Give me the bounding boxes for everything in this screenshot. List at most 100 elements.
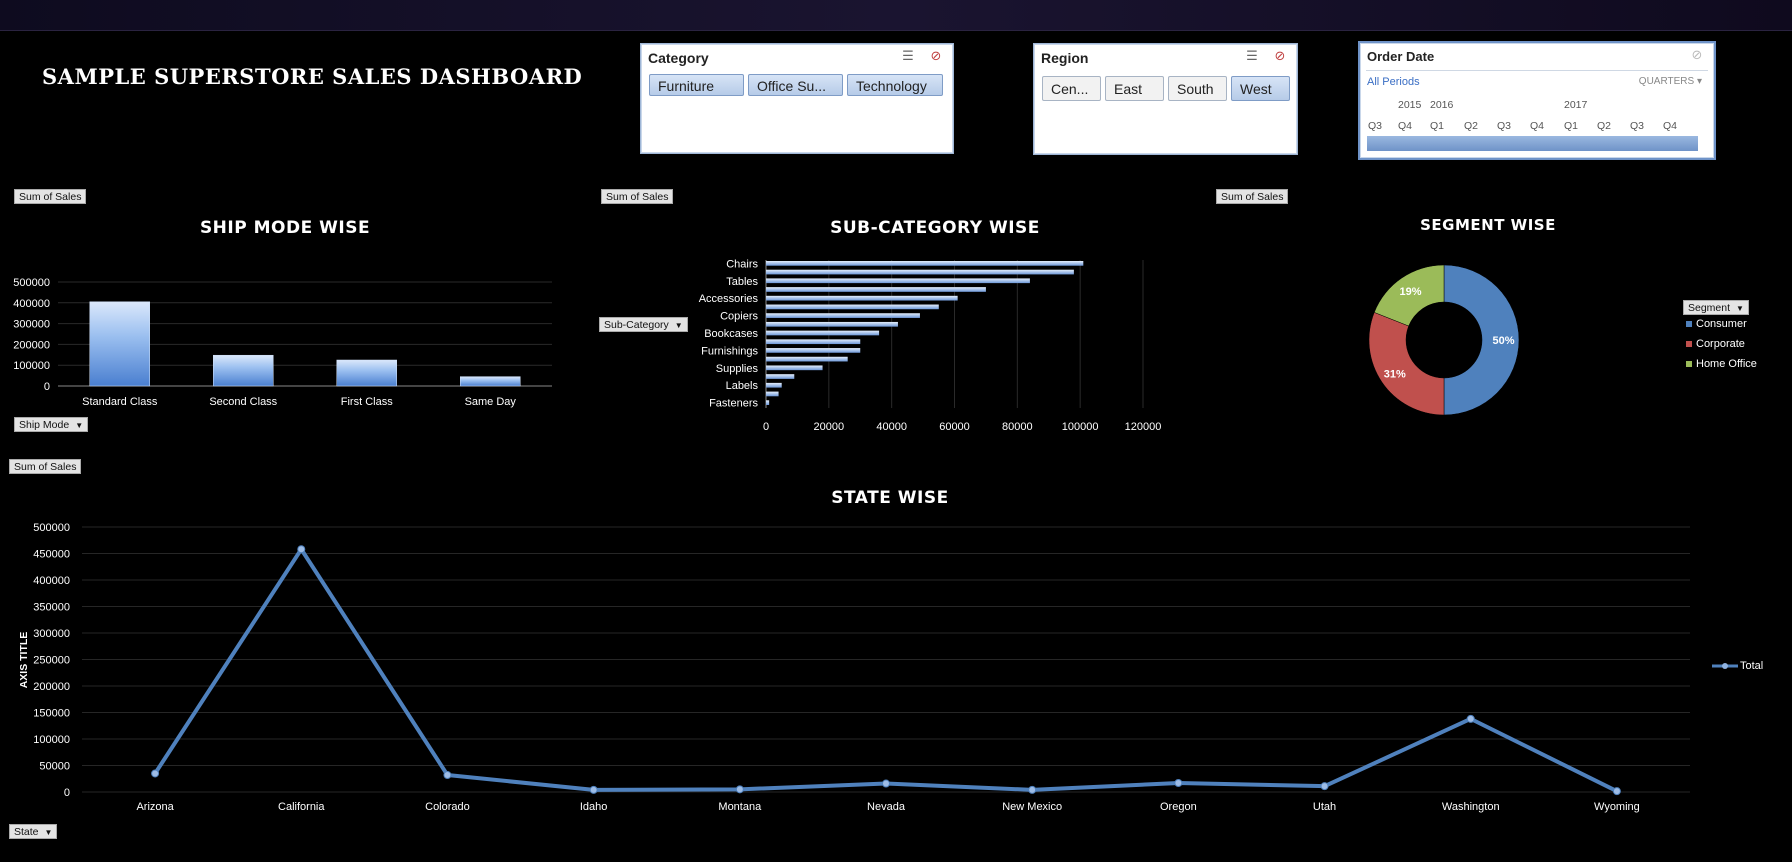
dashboard-title: SAMPLE SUPERSTORE SALES DASHBOARD (42, 64, 583, 89)
segment-chart-title: SEGMENT WISE (1420, 216, 1556, 234)
region-item-east[interactable]: East (1105, 76, 1164, 101)
time-level-dropdown[interactable]: QUARTERS ▾ (1639, 76, 1702, 87)
multi-select-icon[interactable]: ☰ (899, 48, 917, 66)
x-tick-label: Oregon (1160, 801, 1197, 813)
x-tick-label: Montana (718, 801, 762, 813)
y-tick-label: 300000 (33, 628, 70, 640)
timeline-year: 2016 (1430, 99, 1454, 111)
data-point (443, 771, 452, 780)
x-tick-label: 0 (763, 421, 769, 433)
ship-mode-filter-button[interactable]: Ship Mode ▼ (14, 417, 89, 432)
sum-of-sales-button[interactable]: Sum of Sales (1216, 189, 1289, 204)
timeline-selection-bar[interactable] (1367, 136, 1698, 151)
order-date-timeline[interactable]: Order Date ⊘ All Periods QUARTERS ▾ 2015… (1358, 41, 1716, 160)
x-tick-label: Second Class (209, 396, 277, 408)
x-tick-label: 40000 (876, 421, 907, 433)
region-slicer[interactable]: Region ☰ ⊘ Cen... East South West (1033, 43, 1298, 155)
bar (766, 356, 848, 362)
y-tick-label: 400000 (13, 298, 50, 310)
data-point (1466, 714, 1475, 723)
region-item-south[interactable]: South (1168, 76, 1227, 101)
clear-filter-icon[interactable]: ⊘ (927, 48, 945, 66)
y-tick-label: 100000 (33, 734, 70, 746)
region-slicer-header: Region (1041, 50, 1089, 66)
y-tick-label: Bookcases (704, 328, 758, 340)
donut-slice (1368, 312, 1445, 416)
region-item-west[interactable]: West (1231, 76, 1290, 101)
dropdown-arrow-icon: ▼ (75, 421, 84, 430)
data-point (1612, 787, 1621, 796)
bar (766, 269, 1074, 275)
data-point (297, 545, 306, 554)
x-tick-label: Nevada (867, 801, 906, 813)
bar (766, 391, 779, 397)
clear-filter-icon[interactable]: ⊘ (1271, 48, 1289, 66)
bar (766, 382, 782, 388)
y-tick-label: Accessories (699, 293, 759, 305)
bar (460, 376, 521, 387)
x-tick-label: California (278, 801, 325, 813)
dropdown-arrow-icon: ▼ (44, 828, 53, 837)
y-tick-label: 150000 (33, 708, 70, 720)
y-tick-label: Copiers (720, 311, 758, 323)
x-tick-label: New Mexico (1002, 801, 1062, 813)
sub-category-chart-title: SUB-CATEGORY WISE (830, 218, 1040, 238)
timeline-quarter: Q2 (1597, 120, 1612, 132)
legend-item-home-office: Home Office (1686, 358, 1757, 370)
sum-of-sales-button[interactable]: Sum of Sales (14, 189, 87, 204)
y-tick-label: 400000 (33, 575, 70, 587)
order-date-header: Order Date (1367, 49, 1435, 64)
timeline-quarter: Q4 (1398, 120, 1413, 132)
category-slicer[interactable]: Category ☰ ⊘ Furniture Office Su... Tech… (640, 43, 954, 154)
segment-filter-button[interactable]: Segment ▼ (1683, 300, 1749, 315)
y-tick-label: 0 (64, 787, 70, 799)
timeline-quarter: Q1 (1564, 120, 1579, 132)
timeline-quarter: Q4 (1530, 120, 1545, 132)
x-tick-label: 120000 (1125, 421, 1162, 433)
y-tick-label: 200000 (33, 681, 70, 693)
bar (89, 301, 150, 387)
state-filter-button[interactable]: State ▼ (9, 824, 58, 839)
category-slicer-header: Category (648, 50, 709, 66)
segment-legend: Consumer Corporate Home Office (1686, 318, 1757, 370)
slice-label: 19% (1400, 286, 1422, 298)
x-tick-label: Washington (1442, 801, 1500, 813)
y-axis-title: AXIS TITLE (18, 632, 30, 689)
data-point (882, 779, 890, 788)
bar (213, 354, 274, 387)
state-legend: Total (1710, 660, 1763, 672)
category-item-furniture[interactable]: Furniture (649, 74, 744, 96)
x-tick-label: 20000 (814, 421, 845, 433)
x-tick-label: Idaho (580, 801, 608, 813)
clear-filter-icon[interactable]: ⊘ (1688, 47, 1706, 65)
x-tick-label: Wyoming (1594, 801, 1640, 813)
category-item-technology[interactable]: Technology (847, 74, 943, 96)
bar (766, 261, 1084, 266)
y-tick-label: 200000 (13, 339, 50, 351)
ship-mode-chart-title: SHIP MODE WISE (199, 218, 371, 238)
region-item-central[interactable]: Cen... (1042, 76, 1101, 101)
window-top-bar (0, 0, 1792, 31)
bar (766, 339, 861, 345)
sub-category-bar-chart: 0 20000 40000 60000 80000 100000 120000 Chairs T… (699, 258, 1162, 433)
timeline-quarter: Q3 (1630, 120, 1645, 132)
sum-of-sales-button[interactable]: Sum of Sales (9, 459, 82, 474)
x-tick-label: Colorado (425, 801, 470, 813)
data-point (151, 769, 160, 778)
legend-item-consumer: Consumer (1686, 318, 1757, 330)
bar (766, 295, 958, 301)
y-tick-label: 0 (44, 381, 50, 393)
bar (766, 278, 1030, 284)
data-point (589, 785, 598, 794)
y-tick-label: 350000 (33, 602, 70, 614)
timeline-quarter: Q3 (1497, 120, 1512, 132)
category-item-office-supplies[interactable]: Office Su... (748, 74, 843, 96)
sub-category-filter-button[interactable]: Sub-Category ▼ (599, 317, 688, 332)
y-tick-label: 450000 (33, 549, 70, 561)
timeline-year: 2015 (1398, 99, 1422, 111)
y-tick-label: 500000 (33, 522, 70, 534)
sum-of-sales-button[interactable]: Sum of Sales (601, 189, 674, 204)
state-chart-title: STATE WISE (831, 488, 949, 508)
y-tick-label: Chairs (726, 258, 758, 270)
multi-select-icon[interactable]: ☰ (1243, 48, 1261, 66)
